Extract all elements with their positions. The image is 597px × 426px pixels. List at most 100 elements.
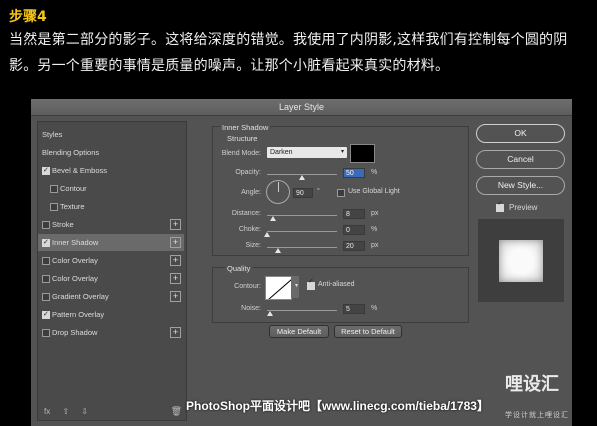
add-style-icon[interactable]: + <box>170 327 181 338</box>
step-title: 步骤4 <box>9 9 47 25</box>
style-checkbox[interactable] <box>42 234 50 251</box>
style-item-label: Stroke <box>52 220 74 229</box>
style-item-label: Color Overlay <box>52 256 98 265</box>
style-checkbox[interactable] <box>42 293 50 301</box>
add-style-icon[interactable]: + <box>170 237 181 248</box>
style-checkbox[interactable] <box>42 275 50 283</box>
style-checkbox[interactable] <box>50 185 58 193</box>
style-item-blending-options[interactable]: Blending Options <box>38 144 184 161</box>
style-checkbox[interactable] <box>42 306 50 323</box>
add-style-icon[interactable]: + <box>170 219 181 230</box>
style-checkbox[interactable] <box>42 329 50 337</box>
style-preview-thumbnail <box>478 219 564 302</box>
style-item-label: Inner Shadow <box>52 238 99 247</box>
fx-icon[interactable]: fx <box>44 407 50 416</box>
use-global-light-label: Use Global Light <box>348 188 400 195</box>
angle-label: Angle: <box>241 189 261 196</box>
styles-bottom-toolbar: fx ⇧ ⇩ <box>44 407 98 416</box>
choke-slider-thumb[interactable] <box>264 232 270 237</box>
opacity-label: Opacity: <box>235 169 261 176</box>
style-item-label: Contour <box>60 184 87 193</box>
size-unit: px <box>371 242 379 249</box>
choke-unit: % <box>371 226 378 233</box>
use-global-light-checkbox[interactable] <box>337 189 345 197</box>
site-logo: 哩设汇 <box>505 374 559 395</box>
style-item-label: Pattern Overlay <box>52 310 105 319</box>
style-item-label: Blending Options <box>42 148 100 157</box>
inner-shadow-title: Inner Shadow <box>220 123 271 132</box>
angle-unit: ° <box>317 188 320 195</box>
style-item-label: Bevel & Emboss <box>52 166 108 175</box>
ok-button[interactable]: OK <box>476 124 565 143</box>
preview-checkbox[interactable] <box>496 199 504 212</box>
distance-unit: px <box>371 210 379 217</box>
angle-input[interactable]: 90 <box>293 188 313 198</box>
noise-slider[interactable] <box>267 310 337 311</box>
styles-list-panel: fx ⇧ ⇩ 🗑 Styles Blending Options Bevel & E… <box>37 121 187 421</box>
watermark-footer: PhotoShop平面设计吧【www.linecg.com/tieba/1783… <box>186 399 489 413</box>
noise-input[interactable]: 5 <box>343 304 365 314</box>
style-checkbox[interactable] <box>50 203 58 211</box>
move-down-icon[interactable]: ⇩ <box>81 407 88 416</box>
chevron-down-icon: ▾ <box>340 149 344 155</box>
opacity-input[interactable]: 50 <box>343 168 365 178</box>
style-item-color-overlay[interactable]: Color Overlay + <box>38 252 184 269</box>
style-item-inner-shadow[interactable]: Inner Shadow + <box>38 234 184 251</box>
blend-mode-value: Darken <box>270 149 293 156</box>
make-default-button[interactable]: Make Default <box>269 325 329 338</box>
style-item-label: Color Overlay <box>52 274 98 283</box>
move-up-icon[interactable]: ⇧ <box>62 407 69 416</box>
choke-slider[interactable] <box>267 231 337 232</box>
cancel-button[interactable]: Cancel <box>476 150 565 169</box>
style-item-label: Drop Shadow <box>52 328 98 337</box>
preview-swatch <box>499 240 543 282</box>
dialog-title: Layer Style <box>31 99 572 116</box>
contour-preview[interactable] <box>265 276 292 300</box>
structure-subtitle: Structure <box>227 134 258 143</box>
trash-icon[interactable]: 🗑 <box>171 406 182 417</box>
site-logo-tagline: 学设计就上哩设汇 <box>505 411 569 419</box>
style-item-styles[interactable]: Styles <box>38 126 184 143</box>
contour-dropdown[interactable]: ▾ <box>291 276 299 298</box>
style-item-pattern-overlay[interactable]: Pattern Overlay <box>38 306 184 323</box>
style-item-contour[interactable]: Contour <box>38 180 184 197</box>
style-item-color-overlay[interactable]: Color Overlay + <box>38 270 184 287</box>
style-item-drop-shadow[interactable]: Drop Shadow + <box>38 324 184 341</box>
reset-to-default-button[interactable]: Reset to Default <box>334 325 402 338</box>
style-item-label: Gradient Overlay <box>52 292 109 301</box>
shadow-color-swatch[interactable] <box>350 144 375 163</box>
noise-unit: % <box>371 305 378 312</box>
noise-slider-thumb[interactable] <box>267 311 273 316</box>
preview-label: Preview <box>509 203 538 212</box>
style-checkbox[interactable] <box>42 162 50 179</box>
opacity-slider-thumb[interactable] <box>299 175 305 180</box>
intro-text: 当然是第二部分的影子。这将给深度的错觉。我使用了内阴影,这样我们有控制每个圆的阴… <box>9 32 568 74</box>
distance-label: Distance: <box>231 210 261 217</box>
anti-aliased-checkbox[interactable] <box>307 277 315 290</box>
blend-mode-label: Blend Mode: <box>221 150 261 157</box>
blend-mode-select[interactable]: Darken ▾ <box>267 147 347 158</box>
style-checkbox[interactable] <box>42 257 50 265</box>
quality-title: Quality <box>225 264 253 273</box>
style-item-bevel-emboss[interactable]: Bevel & Emboss <box>38 162 184 179</box>
anti-aliased-label: Anti-aliased <box>318 281 355 288</box>
size-input[interactable]: 20 <box>343 241 365 251</box>
size-slider-thumb[interactable] <box>275 248 281 253</box>
distance-slider-thumb[interactable] <box>270 216 276 221</box>
style-item-texture[interactable]: Texture <box>38 198 184 215</box>
contour-label: Contour: <box>234 283 261 290</box>
distance-input[interactable]: 8 <box>343 209 365 219</box>
chevron-down-icon: ▾ <box>294 283 298 289</box>
opacity-unit: % <box>371 169 378 176</box>
new-style-button[interactable]: New Style... <box>476 176 565 195</box>
style-checkbox[interactable] <box>42 221 50 229</box>
angle-dial[interactable] <box>266 180 290 204</box>
style-item-stroke[interactable]: Stroke + <box>38 216 184 233</box>
add-style-icon[interactable]: + <box>170 255 181 266</box>
noise-label: Noise: <box>241 305 261 312</box>
style-item-gradient-overlay[interactable]: Gradient Overlay + <box>38 288 184 305</box>
add-style-icon[interactable]: + <box>170 273 181 284</box>
distance-slider[interactable] <box>267 215 337 216</box>
add-style-icon[interactable]: + <box>170 291 181 302</box>
choke-input[interactable]: 0 <box>343 225 365 235</box>
